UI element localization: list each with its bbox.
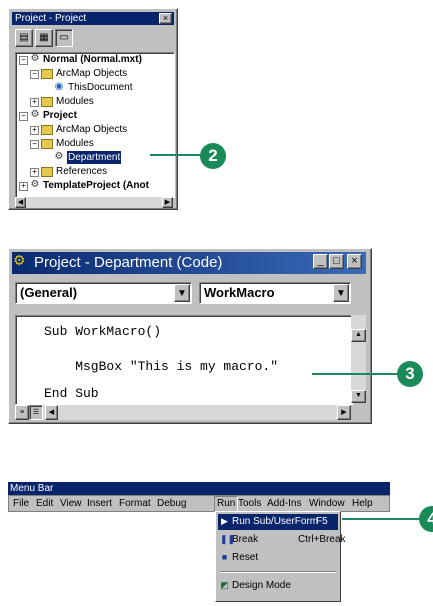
tree-item-normal[interactable]: Normal (Normal.mxt)	[43, 53, 142, 66]
menu-window[interactable]: Window	[309, 497, 345, 511]
chevron-down-icon[interactable]: ▼	[333, 284, 349, 302]
scroll-down-icon[interactable]: ▼	[351, 390, 366, 403]
design-mode-icon: ◩	[220, 580, 229, 590]
collapse-icon[interactable]: −	[30, 70, 39, 79]
code-line: MsgBox "This is my macro."	[44, 359, 279, 374]
project-tree: − ⚙ Normal (Normal.mxt) − ArcMap Objects…	[15, 52, 175, 198]
procedure-view-icon[interactable]: ≡	[15, 405, 29, 420]
menu-run[interactable]: Run	[214, 496, 239, 512]
procedure-combo-value: WorkMacro	[204, 285, 275, 300]
menu-bar-window: Menu Bar File Edit View Insert Format De…	[8, 482, 390, 602]
view-object-icon[interactable]: ▦	[35, 29, 53, 47]
callout-line	[312, 373, 400, 375]
tree-item-arcmap-objects[interactable]: ArcMap Objects	[56, 67, 127, 80]
folder-icon	[41, 97, 53, 107]
toggle-folders-icon[interactable]: ▭	[55, 29, 73, 47]
stop-icon: ■	[221, 552, 228, 562]
scroll-right-icon[interactable]: ▶	[337, 405, 351, 420]
menu-bar-title: Menu Bar	[8, 482, 390, 495]
menu-bar: File Edit View Insert Format Debug Run T…	[8, 495, 390, 512]
tree-item-department[interactable]: Department	[67, 151, 122, 164]
tree-item-project[interactable]: Project	[43, 109, 77, 122]
vba-project-icon: ⚙	[30, 179, 40, 190]
document-globe-icon: ◉	[54, 81, 64, 92]
code-window: Project - Department (Code) ⚙ _ □ × (Gen…	[8, 248, 372, 424]
expand-icon[interactable]: +	[30, 168, 39, 177]
tree-item-templateproject[interactable]: TemplateProject (Anot	[43, 179, 149, 192]
maximize-icon[interactable]: □	[329, 254, 344, 269]
tree-item-references[interactable]: References	[56, 165, 107, 178]
folder-icon	[41, 139, 53, 149]
menu-item-reset[interactable]: ■ Reset	[218, 550, 338, 566]
menu-view[interactable]: View	[60, 497, 82, 511]
horizontal-scrollbar[interactable]: ◀ ▶	[15, 197, 173, 208]
tree-item-arcmap-objects[interactable]: ArcMap Objects	[56, 123, 127, 136]
menu-item-run-sub-userform[interactable]: ▶ Run Sub/UserForm F5	[218, 514, 338, 530]
menu-edit[interactable]: Edit	[36, 497, 53, 511]
scroll-left-icon[interactable]: ◀	[15, 197, 26, 208]
callout-line	[150, 154, 202, 156]
procedure-combo[interactable]: WorkMacro ▼	[199, 282, 351, 304]
tree-item-thisdocument[interactable]: ThisDocument	[68, 81, 132, 94]
callout-line	[342, 518, 422, 520]
expand-icon[interactable]: +	[19, 182, 28, 191]
code-line: End Sub	[44, 386, 99, 401]
callout-2: 2	[200, 143, 226, 169]
menu-file[interactable]: File	[13, 497, 29, 511]
callout-4: 4	[419, 506, 433, 532]
collapse-icon[interactable]: −	[30, 140, 39, 149]
folder-icon	[41, 125, 53, 135]
folder-icon	[41, 69, 53, 79]
menu-separator	[220, 571, 336, 573]
vba-project-icon: ⚙	[13, 252, 26, 268]
expand-icon[interactable]: +	[30, 126, 39, 135]
code-line: Sub WorkMacro()	[44, 324, 162, 339]
view-code-icon[interactable]: ▤	[15, 29, 33, 47]
full-module-view-icon[interactable]: ☰	[29, 405, 43, 420]
vertical-scrollbar[interactable]: ▲ ▼	[351, 315, 366, 403]
expand-icon[interactable]: +	[30, 98, 39, 107]
object-combo[interactable]: (General) ▼	[15, 282, 192, 304]
pause-icon: ❚❚	[220, 534, 236, 544]
menu-debug[interactable]: Debug	[157, 497, 186, 511]
close-icon[interactable]: ×	[159, 13, 172, 24]
scroll-up-icon[interactable]: ▲	[351, 329, 366, 342]
menu-item-break[interactable]: ❚❚ Break Ctrl+Break	[218, 532, 346, 548]
scroll-left-icon[interactable]: ◀	[45, 405, 58, 420]
vba-project-icon: ⚙	[30, 109, 40, 120]
run-icon: ▶	[221, 516, 228, 526]
collapse-icon[interactable]: −	[19, 112, 28, 121]
horizontal-scrollbar[interactable]: ≡ ☰ ◀ ▶	[15, 405, 351, 420]
code-editor[interactable]: Sub WorkMacro() MsgBox "This is my macro…	[15, 315, 353, 405]
project-explorer-title: Project - Project	[12, 12, 174, 25]
menu-add-ins[interactable]: Add-Ins	[267, 497, 301, 511]
close-icon[interactable]: ×	[347, 254, 362, 269]
chevron-down-icon[interactable]: ▼	[174, 284, 190, 302]
scroll-right-icon[interactable]: ▶	[162, 197, 173, 208]
tree-item-modules[interactable]: Modules	[56, 137, 94, 150]
project-explorer-window: Project - Project × ▤ ▦ ▭ − ⚙ Normal (No…	[8, 8, 178, 210]
menu-item-design-mode[interactable]: ◩ Design Mode	[218, 578, 338, 594]
vba-project-icon: ⚙	[30, 53, 40, 64]
object-combo-value: (General)	[20, 285, 78, 300]
menu-format[interactable]: Format	[119, 497, 151, 511]
collapse-icon[interactable]: −	[19, 56, 28, 65]
tree-item-modules[interactable]: Modules	[56, 95, 94, 108]
callout-3: 3	[397, 361, 423, 387]
folder-icon	[41, 167, 53, 177]
minimize-icon[interactable]: _	[313, 254, 328, 269]
module-icon: ⚙	[54, 151, 64, 162]
menu-insert[interactable]: Insert	[87, 497, 112, 511]
project-explorer-toolbar: ▤ ▦ ▭	[15, 29, 73, 47]
menu-help[interactable]: Help	[352, 497, 373, 511]
run-menu-dropdown: ▶ Run Sub/UserForm F5 ❚❚ Break Ctrl+Brea…	[215, 511, 346, 602]
menu-tools[interactable]: Tools	[238, 497, 261, 511]
